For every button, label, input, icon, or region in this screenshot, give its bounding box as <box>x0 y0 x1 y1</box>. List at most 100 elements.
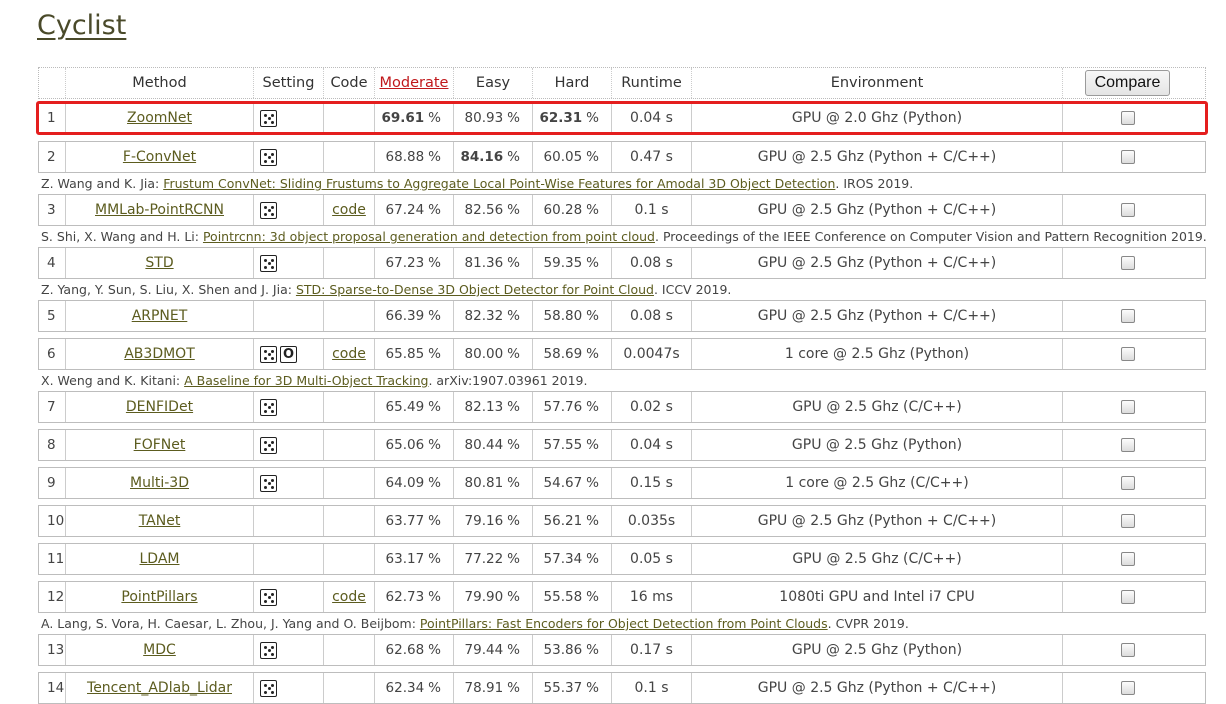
compare-cell[interactable] <box>1062 104 1192 132</box>
compare-checkbox[interactable] <box>1120 476 1135 490</box>
method-link[interactable]: PointPillars <box>121 589 197 605</box>
method-link[interactable]: MMLab-PointRCNN <box>95 202 224 218</box>
compare-cell[interactable] <box>1062 544 1192 574</box>
code-cell <box>323 673 374 703</box>
method-link[interactable]: AB3DMOT <box>124 346 195 362</box>
percent-sign: % <box>428 149 441 165</box>
compare-checkbox[interactable] <box>1120 400 1135 414</box>
dice-dot <box>264 592 267 596</box>
setting-cell: O <box>253 339 323 369</box>
environment-cell: GPU @ 2.5 Ghz (Python) <box>691 430 1062 460</box>
compare-cell[interactable] <box>1062 430 1192 460</box>
rank-cell: 13 <box>47 642 65 658</box>
compare-checkbox[interactable] <box>1120 150 1135 164</box>
method-link[interactable]: FOFNet <box>134 437 186 453</box>
compare-checkbox[interactable] <box>1120 643 1135 657</box>
dice-icon <box>260 436 277 454</box>
dice-dot <box>267 482 271 485</box>
compare-cell[interactable] <box>1062 506 1192 536</box>
dice-dot <box>271 409 274 413</box>
code-link[interactable]: code <box>332 346 366 362</box>
compare-checkbox[interactable] <box>1120 309 1135 323</box>
compare-checkbox[interactable] <box>1120 590 1135 604</box>
hard-value: 60.28 <box>543 202 583 218</box>
percent-sign: % <box>428 642 441 658</box>
compare-cell[interactable] <box>1062 635 1192 665</box>
compare-checkbox[interactable] <box>1120 438 1135 452</box>
dice-dot <box>271 447 274 451</box>
percent-sign: % <box>586 202 599 218</box>
dice-dot <box>264 205 267 209</box>
paper-title-link[interactable]: Frustum ConvNet: Sliding Frustums to Agg… <box>163 176 835 191</box>
dice-dot <box>264 356 267 360</box>
method-link[interactable]: Multi-3D <box>130 475 189 491</box>
dice-dot <box>271 113 274 117</box>
compare-cell[interactable] <box>1062 248 1192 278</box>
code-link[interactable]: code <box>332 589 366 605</box>
hard-cell: 59.35% <box>532 248 611 278</box>
compare-cell[interactable] <box>1062 673 1192 703</box>
code-cell <box>323 468 374 498</box>
compare-checkbox[interactable] <box>1120 111 1135 125</box>
method-link[interactable]: F-ConvNet <box>123 149 196 165</box>
method-link[interactable]: TANet <box>139 513 181 529</box>
sort-moderate-link[interactable]: Moderate <box>380 75 449 91</box>
paper-title-link[interactable]: Pointrcnn: 3d object proposal generation… <box>203 229 655 244</box>
compare-checkbox[interactable] <box>1120 552 1135 566</box>
compare-checkbox[interactable] <box>1120 681 1135 695</box>
compare-checkbox[interactable] <box>1120 347 1135 361</box>
compare-cell[interactable] <box>1062 582 1192 612</box>
moderate-value: 68.88 <box>385 149 425 165</box>
rank-cell: 4 <box>47 255 56 271</box>
dice-dot <box>271 645 274 649</box>
runtime-cell: 0.0047s <box>611 339 691 369</box>
code-cell <box>323 142 374 172</box>
compare-checkbox[interactable] <box>1120 514 1135 528</box>
compare-cell[interactable] <box>1062 339 1192 369</box>
method-link[interactable]: Tencent_ADlab_Lidar <box>87 680 232 696</box>
paper-title-link[interactable]: A Baseline for 3D Multi-Object Tracking <box>184 373 428 388</box>
method-cell: Multi-3D <box>65 468 253 498</box>
method-link[interactable]: ZoomNet <box>127 110 192 126</box>
method-link[interactable]: DENFIDet <box>126 399 193 415</box>
moderate-value: 69.61 <box>381 110 425 126</box>
dice-dot <box>264 485 267 489</box>
easy-value: 82.13 <box>464 399 504 415</box>
paper-title-link[interactable]: PointPillars: Fast Encoders for Object D… <box>420 616 828 631</box>
table-row: 1 ZoomNet 69.61% 80.93% 62.31% 0.04 s GPU @ 2.… <box>36 101 1208 135</box>
compare-checkbox[interactable] <box>1120 256 1135 270</box>
easy-cell: 82.32% <box>453 301 532 331</box>
dice-icon <box>260 641 277 659</box>
compare-cell[interactable] <box>1062 195 1192 225</box>
compare-checkbox[interactable] <box>1120 203 1135 217</box>
code-link[interactable]: code <box>332 202 366 218</box>
percent-sign: % <box>507 475 520 491</box>
method-link[interactable]: STD <box>145 255 173 271</box>
percent-sign: % <box>507 513 520 529</box>
method-link[interactable]: LDAM <box>140 551 180 567</box>
compare-cell[interactable] <box>1062 392 1192 422</box>
setting-cell <box>253 635 323 665</box>
environment-cell: GPU @ 2.5 Ghz (C/C++) <box>691 544 1062 574</box>
environment-cell: GPU @ 2.5 Ghz (Python + C/C++) <box>691 195 1062 225</box>
percent-sign: % <box>507 642 520 658</box>
easy-value: 82.56 <box>464 202 504 218</box>
compare-cell[interactable] <box>1062 301 1192 331</box>
dice-dot <box>271 485 274 489</box>
percent-sign: % <box>586 308 599 324</box>
compare-cell[interactable] <box>1062 142 1192 172</box>
paper-title-link[interactable]: STD: Sparse-to-Dense 3D Object Detector … <box>296 282 654 297</box>
dice-dot <box>271 356 274 360</box>
dice-dot <box>264 690 267 694</box>
environment-cell: GPU @ 2.5 Ghz (Python + C/C++) <box>691 142 1062 172</box>
compare-cell[interactable] <box>1062 468 1192 498</box>
compare-button[interactable]: Compare <box>1084 70 1171 96</box>
easy-value: 79.16 <box>464 513 504 529</box>
rank-cell: 3 <box>47 202 56 218</box>
method-link[interactable]: ARPNET <box>132 308 188 324</box>
percent-sign: % <box>428 255 441 271</box>
setting-cell <box>253 506 323 536</box>
method-link[interactable]: MDC <box>143 642 176 658</box>
moderate-cell: 68.88% <box>374 142 453 172</box>
header-moderate[interactable]: Moderate <box>374 68 453 98</box>
